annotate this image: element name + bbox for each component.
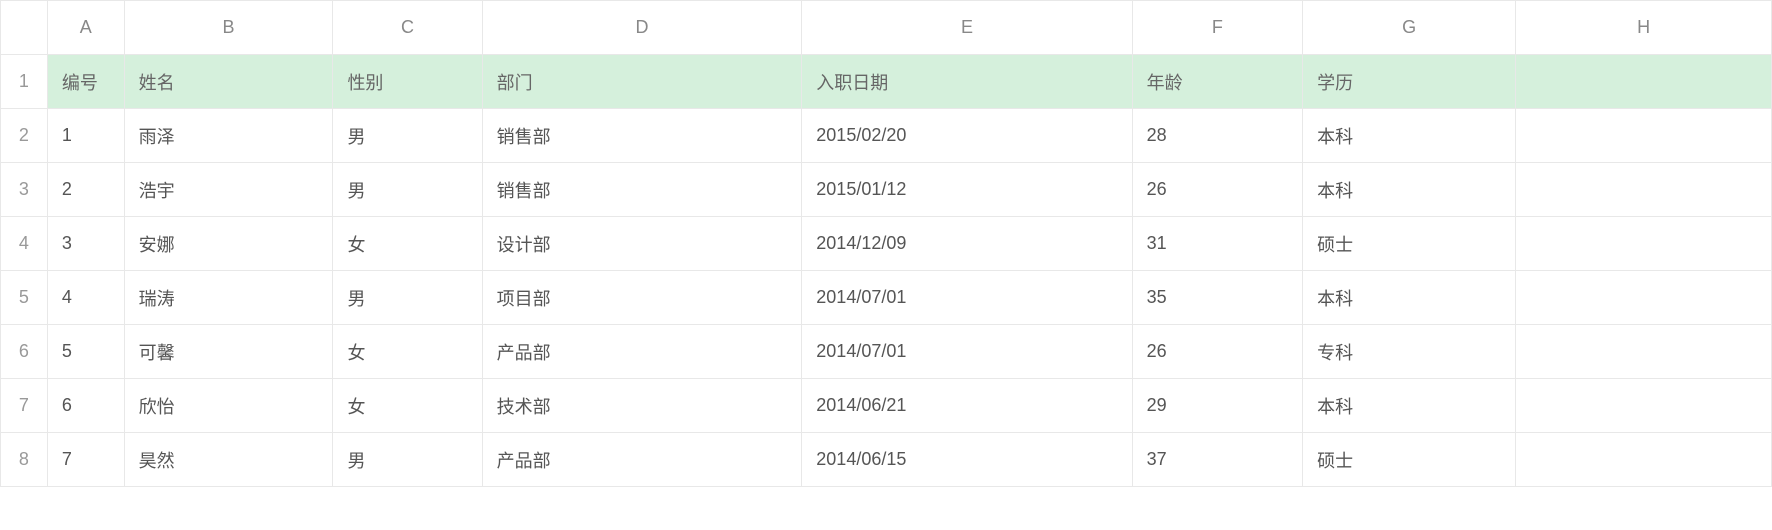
cell-H1[interactable] <box>1516 55 1772 109</box>
data-row: 5 4 瑞涛 男 项目部 2014/07/01 35 本科 <box>1 271 1772 325</box>
cell-C3[interactable]: 男 <box>333 163 482 217</box>
data-row-header: 1 编号 姓名 性别 部门 入职日期 年龄 学历 <box>1 55 1772 109</box>
cell-C5[interactable]: 男 <box>333 271 482 325</box>
column-header-row: A B C D E F G H <box>1 1 1772 55</box>
cell-H3[interactable] <box>1516 163 1772 217</box>
cell-F5[interactable]: 35 <box>1132 271 1302 325</box>
data-row: 4 3 安娜 女 设计部 2014/12/09 31 硕士 <box>1 217 1772 271</box>
cell-H7[interactable] <box>1516 379 1772 433</box>
cell-B7[interactable]: 欣怡 <box>124 379 333 433</box>
cell-A8[interactable]: 7 <box>47 433 124 487</box>
cell-E2[interactable]: 2015/02/20 <box>802 109 1132 163</box>
cell-E1[interactable]: 入职日期 <box>802 55 1132 109</box>
cell-F1[interactable]: 年龄 <box>1132 55 1302 109</box>
cell-G2[interactable]: 本科 <box>1303 109 1516 163</box>
data-row: 8 7 昊然 男 产品部 2014/06/15 37 硕士 <box>1 433 1772 487</box>
cell-B3[interactable]: 浩宇 <box>124 163 333 217</box>
cell-D7[interactable]: 技术部 <box>482 379 802 433</box>
col-header-E[interactable]: E <box>802 1 1132 55</box>
cell-E8[interactable]: 2014/06/15 <box>802 433 1132 487</box>
cell-A7[interactable]: 6 <box>47 379 124 433</box>
col-header-F[interactable]: F <box>1132 1 1302 55</box>
data-row: 3 2 浩宇 男 销售部 2015/01/12 26 本科 <box>1 163 1772 217</box>
cell-G8[interactable]: 硕士 <box>1303 433 1516 487</box>
cell-A5[interactable]: 4 <box>47 271 124 325</box>
cell-G3[interactable]: 本科 <box>1303 163 1516 217</box>
col-header-H[interactable]: H <box>1516 1 1772 55</box>
cell-G6[interactable]: 专科 <box>1303 325 1516 379</box>
cell-C7[interactable]: 女 <box>333 379 482 433</box>
cell-E3[interactable]: 2015/01/12 <box>802 163 1132 217</box>
col-header-C[interactable]: C <box>333 1 482 55</box>
cell-C8[interactable]: 男 <box>333 433 482 487</box>
cell-E4[interactable]: 2014/12/09 <box>802 217 1132 271</box>
col-header-D[interactable]: D <box>482 1 802 55</box>
select-all-corner[interactable] <box>1 1 48 55</box>
cell-H4[interactable] <box>1516 217 1772 271</box>
row-header-2[interactable]: 2 <box>1 109 48 163</box>
cell-F7[interactable]: 29 <box>1132 379 1302 433</box>
cell-G7[interactable]: 本科 <box>1303 379 1516 433</box>
cell-E6[interactable]: 2014/07/01 <box>802 325 1132 379</box>
cell-A4[interactable]: 3 <box>47 217 124 271</box>
cell-E5[interactable]: 2014/07/01 <box>802 271 1132 325</box>
cell-F2[interactable]: 28 <box>1132 109 1302 163</box>
cell-C2[interactable]: 男 <box>333 109 482 163</box>
cell-B5[interactable]: 瑞涛 <box>124 271 333 325</box>
data-row: 6 5 可馨 女 产品部 2014/07/01 26 专科 <box>1 325 1772 379</box>
row-header-6[interactable]: 6 <box>1 325 48 379</box>
cell-B6[interactable]: 可馨 <box>124 325 333 379</box>
cell-H8[interactable] <box>1516 433 1772 487</box>
cell-D4[interactable]: 设计部 <box>482 217 802 271</box>
col-header-B[interactable]: B <box>124 1 333 55</box>
cell-G4[interactable]: 硕士 <box>1303 217 1516 271</box>
spreadsheet-grid[interactable]: A B C D E F G H 1 编号 姓名 性别 部门 入职日期 年龄 学历… <box>0 0 1772 487</box>
cell-C6[interactable]: 女 <box>333 325 482 379</box>
row-header-5[interactable]: 5 <box>1 271 48 325</box>
cell-D5[interactable]: 项目部 <box>482 271 802 325</box>
cell-D3[interactable]: 销售部 <box>482 163 802 217</box>
cell-A1[interactable]: 编号 <box>47 55 124 109</box>
cell-H2[interactable] <box>1516 109 1772 163</box>
cell-F6[interactable]: 26 <box>1132 325 1302 379</box>
row-header-7[interactable]: 7 <box>1 379 48 433</box>
cell-D2[interactable]: 销售部 <box>482 109 802 163</box>
cell-B4[interactable]: 安娜 <box>124 217 333 271</box>
row-header-1[interactable]: 1 <box>1 55 48 109</box>
col-header-A[interactable]: A <box>47 1 124 55</box>
col-header-G[interactable]: G <box>1303 1 1516 55</box>
cell-A6[interactable]: 5 <box>47 325 124 379</box>
row-header-8[interactable]: 8 <box>1 433 48 487</box>
cell-A3[interactable]: 2 <box>47 163 124 217</box>
row-header-3[interactable]: 3 <box>1 163 48 217</box>
cell-G5[interactable]: 本科 <box>1303 271 1516 325</box>
cell-E7[interactable]: 2014/06/21 <box>802 379 1132 433</box>
cell-A2[interactable]: 1 <box>47 109 124 163</box>
data-row: 7 6 欣怡 女 技术部 2014/06/21 29 本科 <box>1 379 1772 433</box>
cell-F8[interactable]: 37 <box>1132 433 1302 487</box>
cell-C1[interactable]: 性别 <box>333 55 482 109</box>
cell-H6[interactable] <box>1516 325 1772 379</box>
cell-F3[interactable]: 26 <box>1132 163 1302 217</box>
data-row: 2 1 雨泽 男 销售部 2015/02/20 28 本科 <box>1 109 1772 163</box>
cell-D6[interactable]: 产品部 <box>482 325 802 379</box>
cell-D1[interactable]: 部门 <box>482 55 802 109</box>
cell-B8[interactable]: 昊然 <box>124 433 333 487</box>
cell-C4[interactable]: 女 <box>333 217 482 271</box>
row-header-4[interactable]: 4 <box>1 217 48 271</box>
cell-H5[interactable] <box>1516 271 1772 325</box>
cell-B2[interactable]: 雨泽 <box>124 109 333 163</box>
cell-F4[interactable]: 31 <box>1132 217 1302 271</box>
cell-D8[interactable]: 产品部 <box>482 433 802 487</box>
cell-B1[interactable]: 姓名 <box>124 55 333 109</box>
cell-G1[interactable]: 学历 <box>1303 55 1516 109</box>
